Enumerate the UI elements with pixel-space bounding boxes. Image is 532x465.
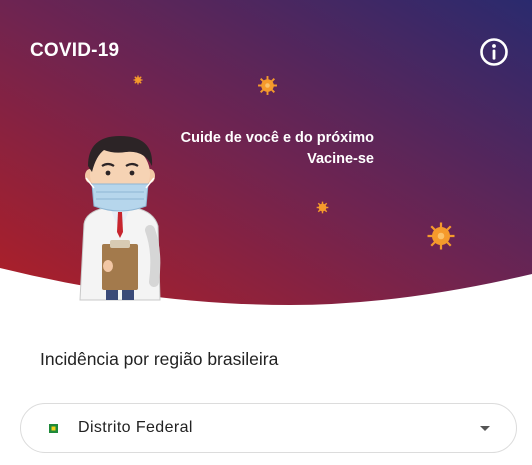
tagline-line2: Vacine-se (307, 151, 374, 167)
virus-icon (316, 201, 329, 214)
virus-icon (427, 222, 455, 250)
chevron-down-icon (480, 426, 490, 431)
region-select[interactable]: Distrito Federal (20, 403, 517, 453)
virus-icon (133, 75, 143, 85)
info-icon (480, 38, 508, 66)
tagline-line1: Cuide de você e do próximo (180, 130, 374, 146)
section-title: Incidência por região brasileira (40, 349, 279, 369)
info-button[interactable] (478, 36, 510, 68)
region-select-value: Distrito Federal (78, 419, 193, 436)
app-title: COVID-19 (30, 40, 120, 61)
distrito-federal-flag-icon (49, 424, 58, 433)
hero-banner: COVID-19 Cuide de você e do próximo Vaci… (0, 0, 532, 320)
doctor-illustration (79, 136, 161, 301)
banner-tagline: Cuide de você e do próximo Vacine-se (181, 128, 374, 170)
virus-icon (258, 76, 277, 95)
